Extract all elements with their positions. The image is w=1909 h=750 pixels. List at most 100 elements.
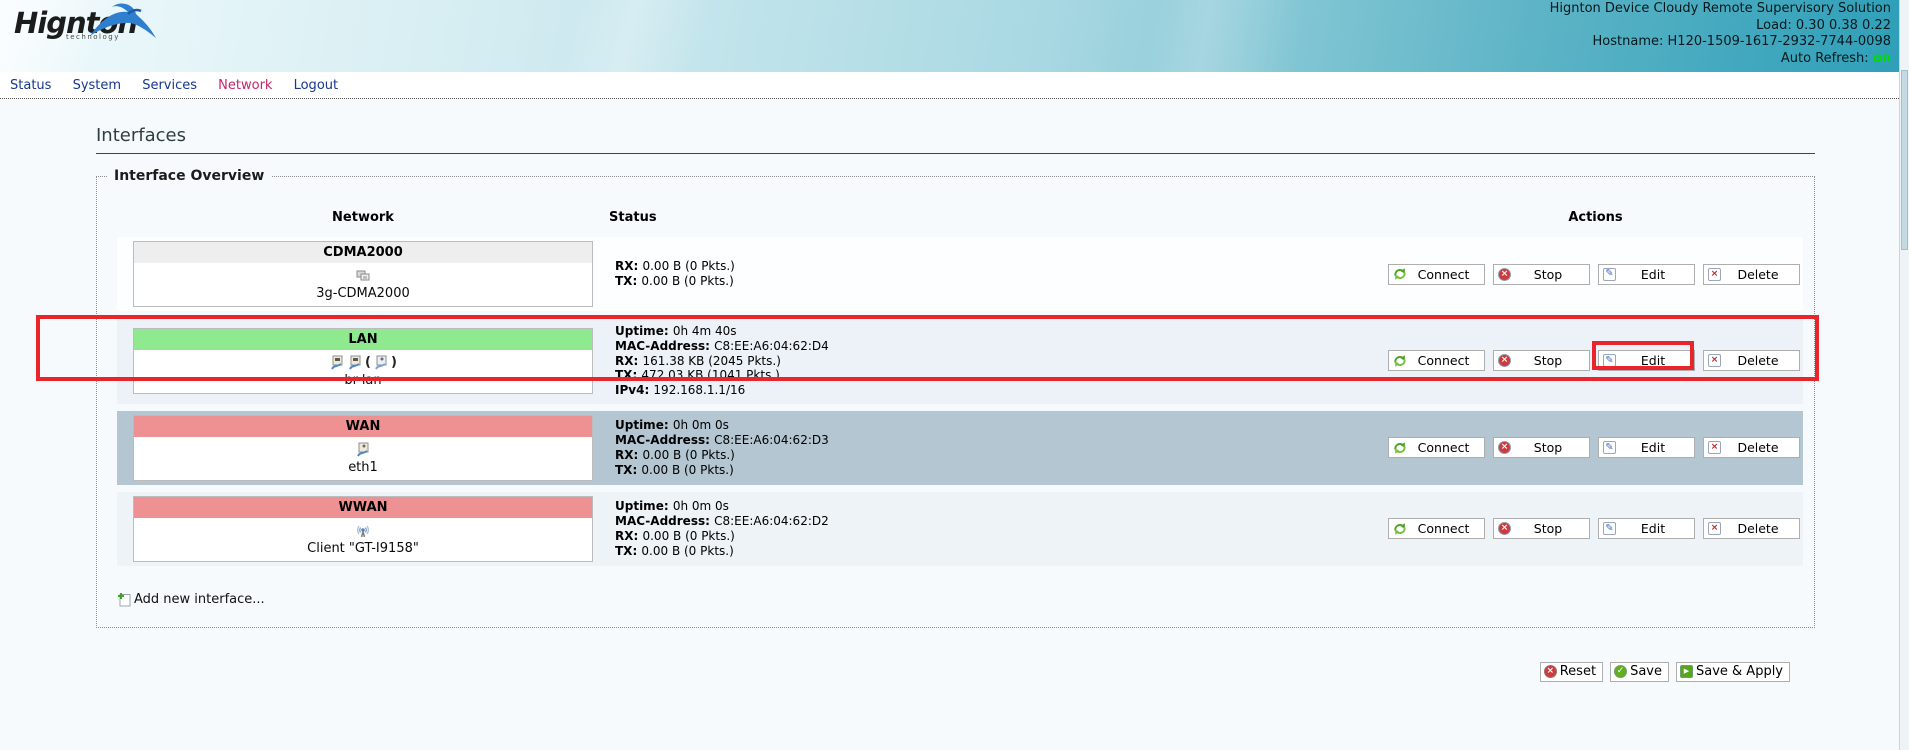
page-title: Interfaces — [96, 125, 1815, 154]
ethernet-icon — [329, 355, 345, 371]
main-content: Interfaces Interface Overview Network St… — [0, 98, 1909, 750]
actions-cell: Connect × Stop ✎ Edit × Delete — [1388, 437, 1803, 458]
edit-icon: ✎ — [1603, 268, 1616, 281]
add-new-interface-link[interactable]: Add new interface... — [117, 592, 307, 607]
nav-item-status[interactable]: Status — [10, 78, 51, 93]
stop-icon: × — [1498, 354, 1511, 367]
network-cell: CDMA2000 3g-CDMA2000 — [117, 241, 609, 307]
edit-icon: ✎ — [1603, 441, 1616, 454]
load-line: Load: 0.30 0.38 0.22 — [1550, 18, 1891, 35]
autorefresh-status: on — [1873, 51, 1891, 66]
ethernet-icon — [347, 355, 363, 371]
network-name: LAN — [134, 329, 592, 350]
reset-icon: × — [1544, 665, 1557, 678]
form-footer: × Reset ✓ Save ▶ Save & Apply — [0, 662, 1790, 682]
wireless-antenna-icon — [355, 523, 371, 539]
delete-button[interactable]: × Delete — [1703, 264, 1800, 285]
save-icon: ✓ — [1614, 665, 1627, 678]
stop-button[interactable]: × Stop — [1493, 518, 1590, 539]
save-apply-icon: ▶ — [1680, 665, 1693, 678]
actions-cell: Connect × Stop ✎ Edit × Delete — [1388, 518, 1803, 539]
edit-button[interactable]: ✎ Edit — [1598, 264, 1695, 285]
edit-button[interactable]: ✎ Edit — [1598, 518, 1695, 539]
network-box: WWAN — [133, 496, 593, 562]
autorefresh-label: Auto Refresh: — [1781, 51, 1869, 66]
connect-button[interactable]: Connect — [1388, 350, 1485, 371]
network-box: WAN eth1 — [133, 415, 593, 481]
delete-icon: × — [1708, 522, 1721, 535]
autorefresh-line: Auto Refresh: on — [1550, 51, 1891, 68]
actions-cell: Connect × Stop ✎ Edit × Delete — [1388, 350, 1803, 371]
hostname-line: Hostname: H120-1509-1617-2932-7744-0098 — [1550, 34, 1891, 51]
delete-button[interactable]: × Delete — [1703, 350, 1800, 371]
save-button[interactable]: ✓ Save — [1610, 662, 1669, 682]
interface-name: eth1 — [134, 460, 592, 475]
network-cell: WAN eth1 — [117, 415, 609, 481]
delete-icon: × — [1708, 441, 1721, 454]
nav-item-services[interactable]: Services — [142, 78, 197, 93]
vertical-scrollbar[interactable] — [1899, 0, 1909, 750]
network-cell: WWAN — [117, 496, 609, 562]
nav-item-logout[interactable]: Logout — [294, 78, 339, 93]
actions-cell: Connect × Stop ✎ Edit × Delete — [1388, 264, 1803, 285]
nav-item-network[interactable]: Network — [218, 78, 272, 93]
delete-button[interactable]: × Delete — [1703, 437, 1800, 458]
stop-icon: × — [1498, 268, 1511, 281]
reset-button[interactable]: × Reset — [1540, 662, 1603, 682]
delete-icon: × — [1708, 354, 1721, 367]
wifi-client-icon — [373, 355, 389, 371]
edit-button[interactable]: ✎ Edit — [1598, 437, 1695, 458]
load-label: Load: — [1756, 18, 1792, 33]
connect-icon — [1393, 354, 1407, 368]
hostname-value: H120-1509-1617-2932-7744-0098 — [1668, 34, 1891, 49]
table-row-lan: LAN ( ) br-lan — [117, 318, 1803, 404]
product-title: Hignton Device Cloudy Remote Supervisory… — [1550, 1, 1891, 18]
stop-button[interactable]: × Stop — [1493, 437, 1590, 458]
load-value: 0.30 0.38 0.22 — [1796, 18, 1891, 33]
stop-button[interactable]: × Stop — [1493, 264, 1590, 285]
status-cell: Uptime0h 0m 0s MAC-AddressC8:EE:A6:04:62… — [609, 497, 1388, 560]
add-icon — [117, 592, 132, 607]
table-row-wwan: WWAN — [117, 492, 1803, 566]
column-header-network: Network — [117, 210, 609, 225]
ethernet-icon — [355, 442, 371, 458]
delete-icon: × — [1708, 268, 1721, 281]
interface-table: Network Status Actions CDMA2000 — [117, 210, 1803, 566]
brand-logo: Hignton technology — [14, 8, 137, 41]
paren-close: ) — [391, 355, 397, 370]
antelope-swoosh-icon — [82, 2, 157, 42]
connect-icon — [1393, 267, 1407, 281]
network-cell: LAN ( ) br-lan — [117, 328, 609, 394]
network-box: LAN ( ) br-lan — [133, 328, 593, 394]
3g-modem-icon — [355, 268, 371, 284]
fieldset-legend: Interface Overview — [107, 168, 271, 184]
connect-button[interactable]: Connect — [1388, 518, 1485, 539]
nav-item-system[interactable]: System — [73, 78, 121, 93]
network-box: CDMA2000 3g-CDMA2000 — [133, 241, 593, 307]
header-bar: Hignton technology Hignton Device Cloudy… — [0, 0, 1909, 72]
stop-icon: × — [1498, 522, 1511, 535]
connect-icon — [1393, 441, 1407, 455]
main-nav: Status System Services Network Logout — [0, 72, 1909, 98]
save-apply-button[interactable]: ▶ Save & Apply — [1676, 662, 1790, 682]
interface-name: Client "GT-I9158" — [134, 541, 592, 556]
interface-name: 3g-CDMA2000 — [134, 286, 592, 301]
hostname-label: Hostname: — [1593, 34, 1664, 49]
connect-button[interactable]: Connect — [1388, 264, 1485, 285]
connect-button[interactable]: Connect — [1388, 437, 1485, 458]
network-name: CDMA2000 — [134, 242, 592, 263]
connect-icon — [1393, 522, 1407, 536]
network-name: WWAN — [134, 497, 592, 518]
edit-button-lan[interactable]: ✎ Edit — [1598, 350, 1695, 371]
delete-button[interactable]: × Delete — [1703, 518, 1800, 539]
stop-icon: × — [1498, 441, 1511, 454]
network-name: WAN — [134, 416, 592, 437]
stop-button[interactable]: × Stop — [1493, 350, 1590, 371]
scrollbar-thumb[interactable] — [1901, 70, 1908, 250]
status-cell: RX0.00 B (0 Pkts.) TX0.00 B (0 Pkts.) — [609, 257, 1388, 291]
status-cell: Uptime0h 0m 0s MAC-AddressC8:EE:A6:04:62… — [609, 416, 1388, 479]
paren-open: ( — [365, 355, 371, 370]
edit-icon: ✎ — [1603, 522, 1616, 535]
column-header-actions: Actions — [1388, 210, 1803, 225]
table-row-wan: WAN eth1 Uptime0h 0m 0s MAC-AddressC8:EE… — [117, 411, 1803, 485]
